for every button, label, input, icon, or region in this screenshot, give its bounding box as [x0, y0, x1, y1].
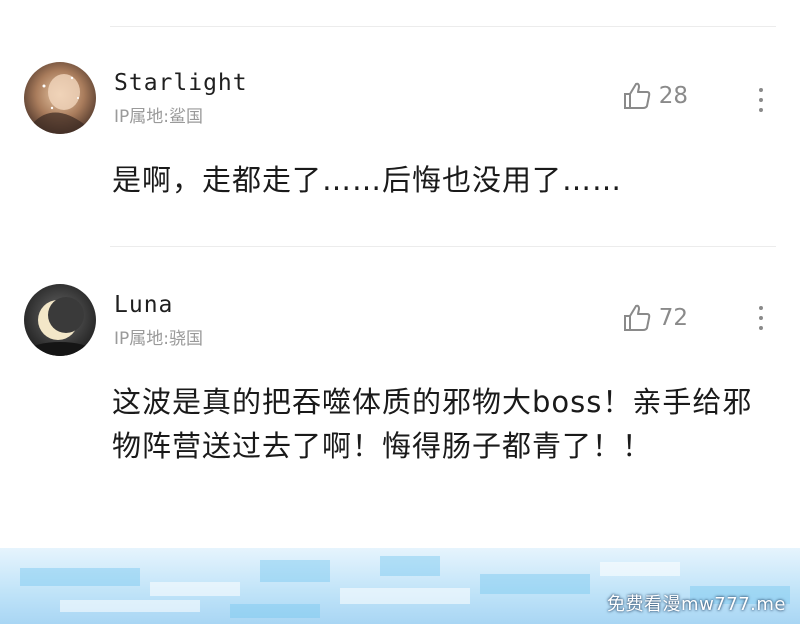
- crescent-moon-avatar-icon: [24, 284, 96, 356]
- thumbs-up-icon: [623, 82, 650, 109]
- banner-tile: [380, 556, 440, 576]
- thumbs-up-icon: [623, 304, 650, 331]
- banner-tile: [150, 582, 240, 596]
- banner-tile: [20, 568, 140, 586]
- comment-divider: [110, 246, 776, 247]
- like-button[interactable]: 72: [621, 302, 688, 334]
- banner-tile: [60, 600, 200, 612]
- comment-text: 是啊，走都走了……后悔也没用了……: [112, 163, 623, 197]
- banner-tile: [480, 574, 590, 594]
- ip-location: IP属地:骁国: [114, 329, 203, 349]
- username[interactable]: Luna: [114, 292, 173, 318]
- more-options-button[interactable]: [756, 306, 766, 330]
- banner-tile: [600, 562, 680, 576]
- banner-tile: [260, 560, 330, 582]
- username[interactable]: Starlight: [114, 70, 248, 96]
- more-dot: [759, 98, 763, 102]
- more-vertical-icon: [759, 88, 763, 92]
- avatar[interactable]: [24, 62, 96, 134]
- like-count: 28: [658, 83, 688, 109]
- banner-tile: [340, 588, 470, 604]
- avatar[interactable]: [24, 284, 96, 356]
- banner-tile: [230, 604, 320, 618]
- more-dot: [759, 316, 763, 320]
- more-dot: [759, 108, 763, 112]
- starry-portrait-avatar-icon: [24, 62, 96, 134]
- decorative-banner: 免费看漫mw777.me: [0, 548, 800, 624]
- top-divider: [110, 26, 776, 27]
- ip-location: IP属地:鲨国: [114, 107, 203, 127]
- comment-text: 这波是真的把吞噬体质的邪物大boss！亲手给邪物阵营送过去了啊！悔得肠子都青了！…: [112, 385, 753, 463]
- more-options-button[interactable]: [756, 88, 766, 112]
- more-vertical-icon: [759, 306, 763, 310]
- watermark-text: 免费看漫mw777.me: [607, 594, 786, 615]
- more-dot: [759, 326, 763, 330]
- like-button[interactable]: 28: [621, 80, 688, 112]
- like-count: 72: [658, 305, 688, 331]
